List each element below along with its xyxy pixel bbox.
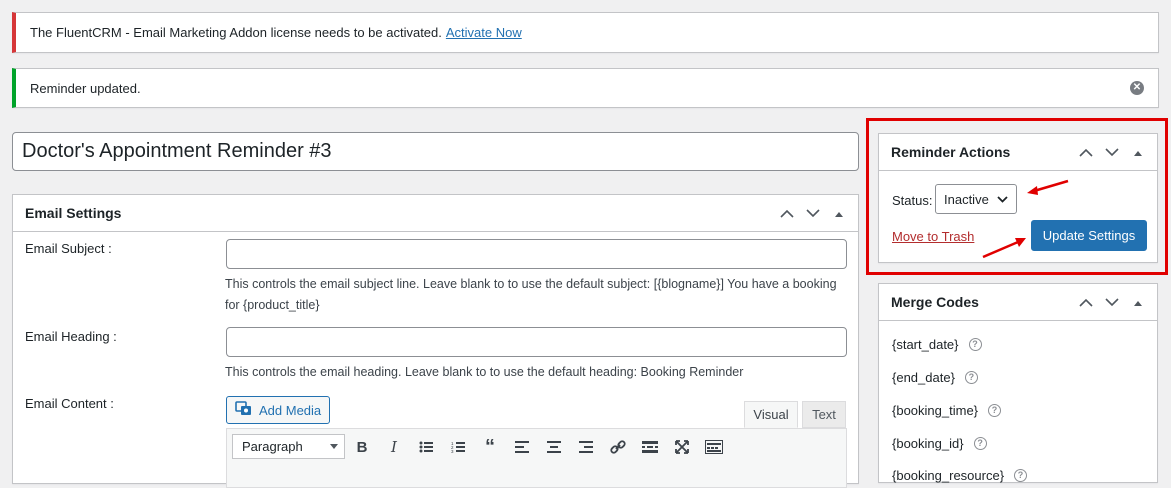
bold-icon[interactable]: B [351,436,373,458]
annotation-arrow-status [1027,179,1069,195]
postbox-handle [1073,284,1151,321]
move-up-icon[interactable] [1073,298,1099,307]
editor-toolbar: Paragraph B I 123 “ [226,428,847,488]
fullscreen-icon[interactable] [671,436,693,458]
help-icon[interactable]: ? [964,371,978,384]
move-up-icon[interactable] [774,209,800,218]
email-settings-header: Email Settings [13,195,858,232]
read-more-icon[interactable] [639,436,661,458]
svg-text:3: 3 [451,449,454,453]
add-media-button[interactable]: Add Media [226,396,330,424]
align-right-icon[interactable] [575,436,597,458]
align-center-icon[interactable] [543,436,565,458]
email-settings-box: Email Settings Email Subject : This cont… [12,194,859,488]
align-left-icon[interactable] [511,436,533,458]
email-subject-label: Email Subject : [25,241,112,256]
merge-code-item: {booking_id}? [892,436,987,451]
help-icon[interactable]: ? [988,404,1002,417]
license-notice-text: The FluentCRM - Email Marketing Addon li… [30,25,442,40]
email-content-label: Email Content : [25,396,114,411]
help-icon[interactable]: ? [1014,469,1028,482]
merge-code-item: {booking_resource}? [892,468,1028,483]
postbox-handle [774,195,852,232]
toolbar-toggle-icon[interactable] [703,436,725,458]
paragraph-format-select[interactable]: Paragraph [232,434,345,459]
bullet-list-icon[interactable] [415,436,437,458]
move-down-icon[interactable] [1099,298,1125,307]
merge-codes-box: Merge Codes {start_date}? {end_date}? {b… [878,283,1158,483]
title-input-value: Doctor's Appointment Reminder #3 [22,140,332,162]
email-subject-field[interactable] [226,239,847,269]
success-notice: Reminder updated. ✕ [12,68,1159,108]
merge-code-item: {end_date}? [892,370,978,385]
italic-icon[interactable]: I [383,436,405,458]
activate-now-link[interactable]: Activate Now [446,25,522,40]
media-icon [235,400,253,420]
help-icon[interactable]: ? [973,437,987,450]
close-circle-icon[interactable]: ✕ [1130,81,1144,95]
merge-codes-header: Merge Codes [879,284,1157,321]
format-select-value: Paragraph [242,439,303,454]
chevron-down-icon [330,444,338,449]
collapse-toggle-icon[interactable] [1125,300,1151,306]
email-heading-label: Email Heading : [25,329,117,344]
email-heading-description: This controls the email heading. Leave b… [225,365,744,379]
collapse-toggle-icon[interactable] [826,211,852,217]
merge-codes-heading: Merge Codes [891,294,979,310]
blockquote-icon[interactable]: “ [479,436,501,458]
tab-visual[interactable]: Visual [744,401,798,428]
email-subject-description: This controls the email subject line. Le… [225,277,837,312]
merge-code-item: {booking_time}? [892,403,1002,418]
merge-code-item: {start_date}? [892,337,982,352]
move-down-icon[interactable] [800,209,826,218]
email-settings-heading: Email Settings [25,205,122,221]
annotation-arrow-update [982,238,1026,259]
link-icon[interactable] [607,436,629,458]
help-icon[interactable]: ? [968,338,982,351]
success-notice-text: Reminder updated. [30,80,141,96]
email-heading-field[interactable] [226,327,847,357]
license-notice: The FluentCRM - Email Marketing Addon li… [12,12,1159,53]
title-input[interactable]: Doctor's Appointment Reminder #3 [12,132,859,171]
numbered-list-icon[interactable]: 123 [447,436,469,458]
tab-text[interactable]: Text [802,401,846,428]
add-media-label: Add Media [259,402,322,418]
